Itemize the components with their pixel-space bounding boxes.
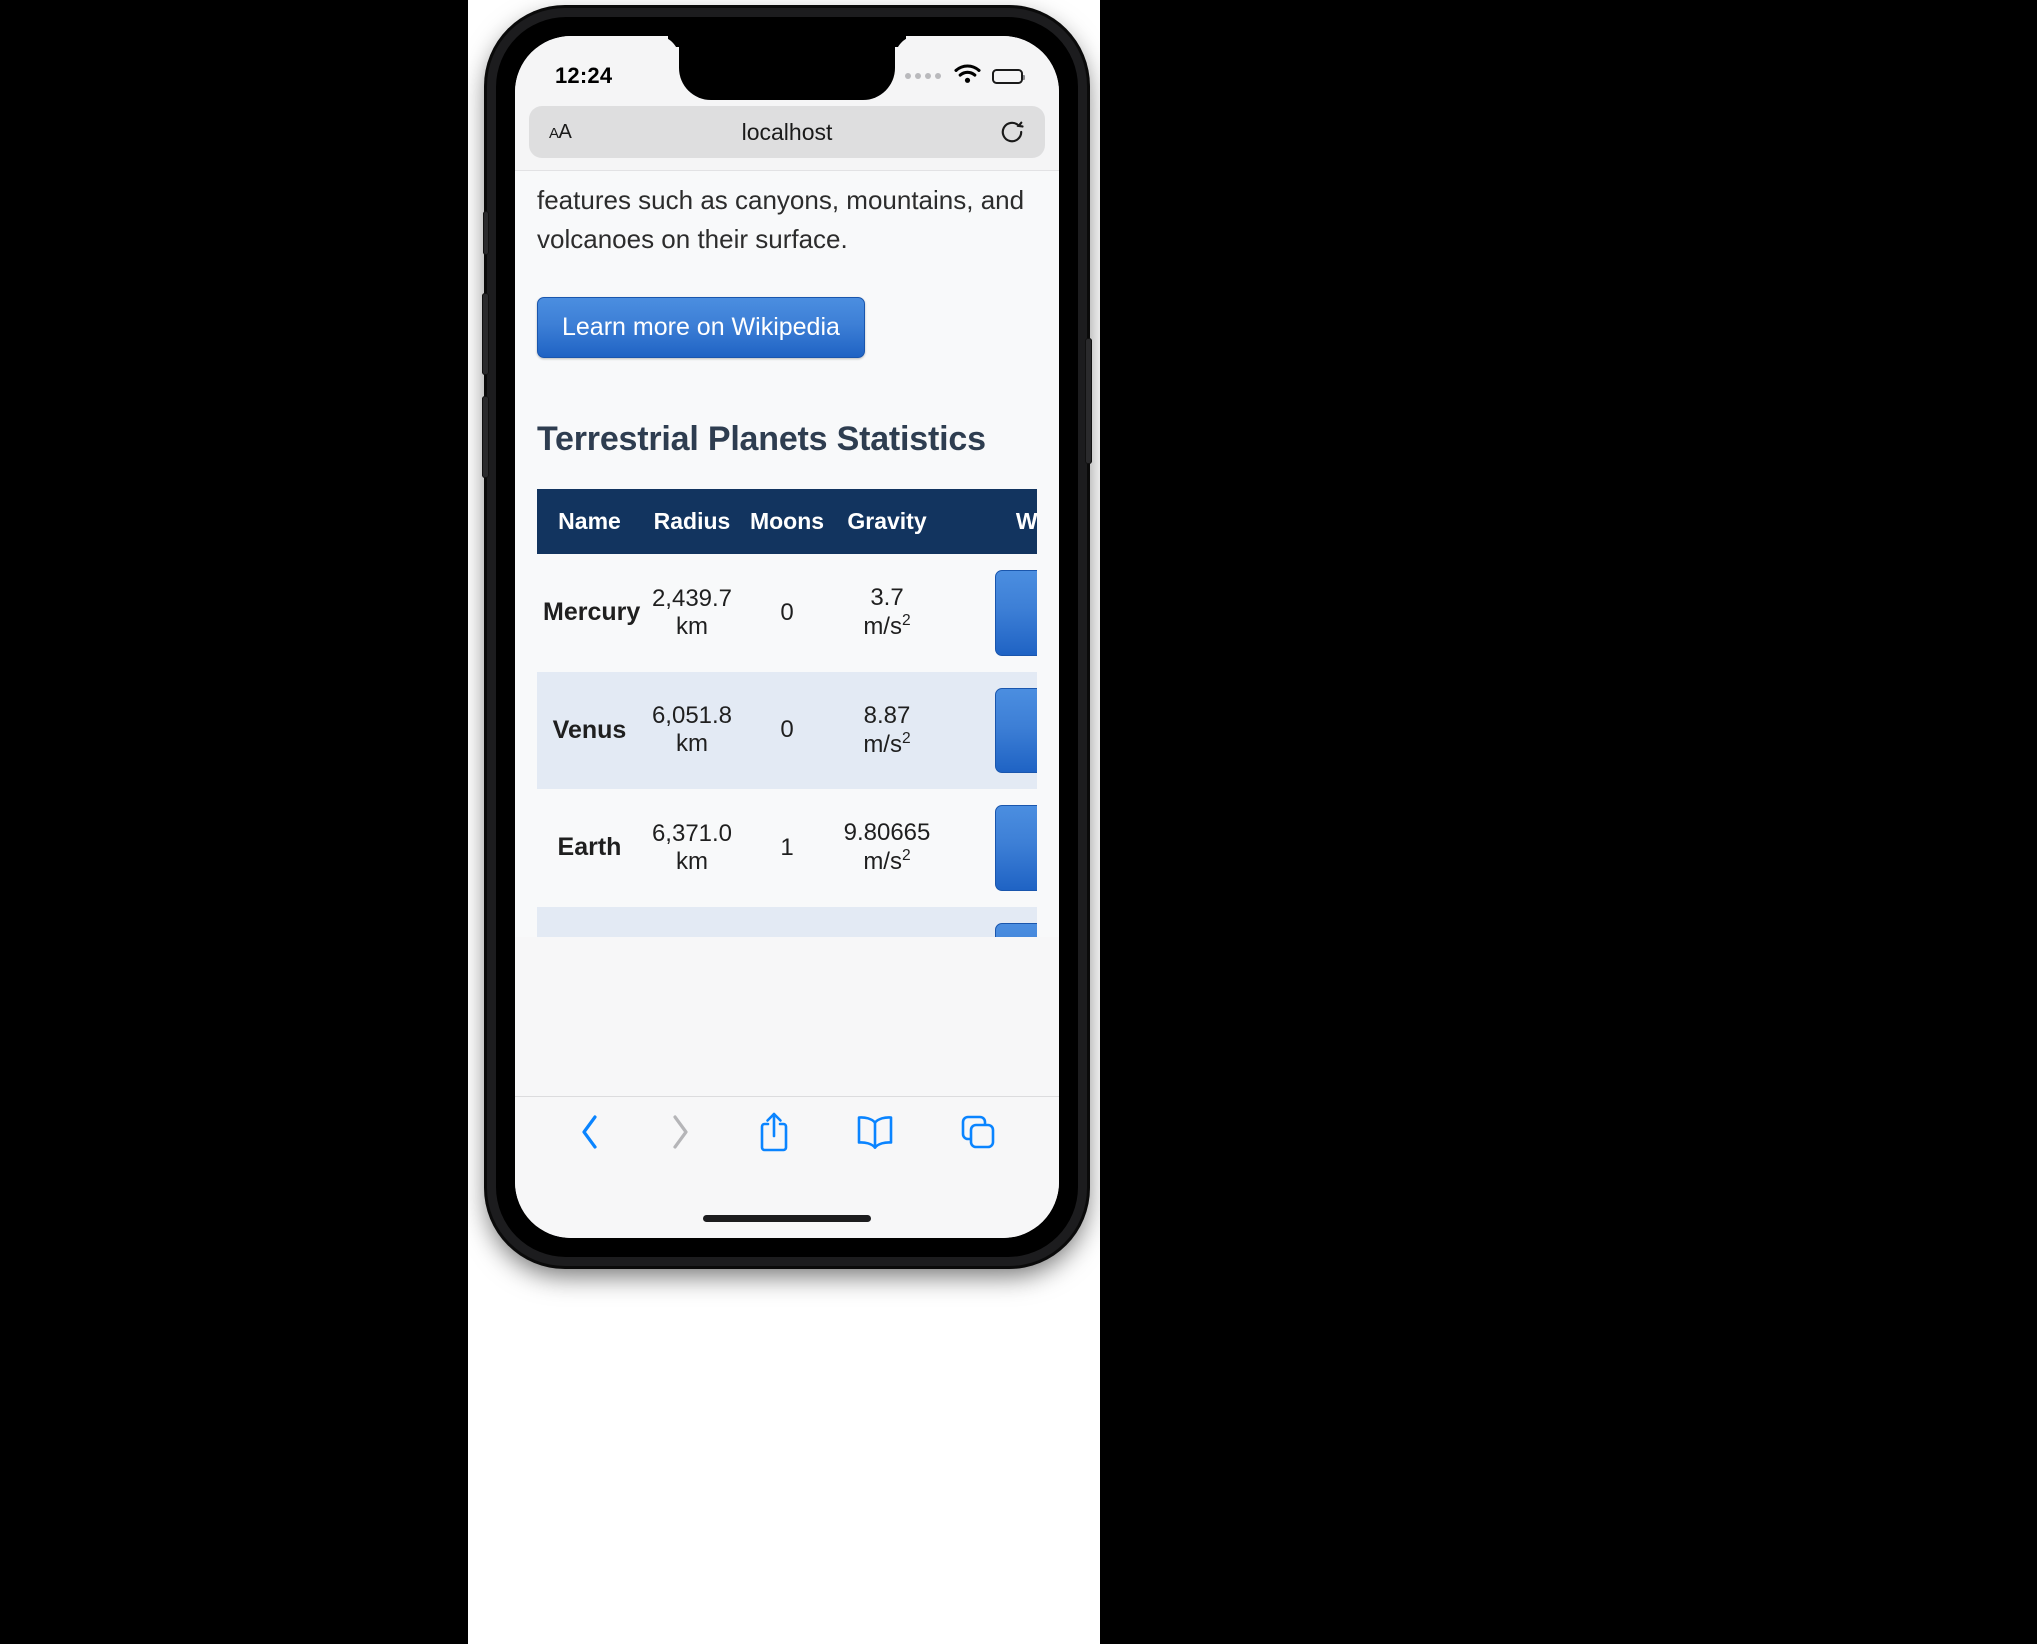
cell-gravity: 3.72076 m/s2 <box>832 907 942 937</box>
address-bar[interactable]: AA localhost <box>529 106 1045 158</box>
cell-radius: 6,051.8 km <box>651 702 733 758</box>
page-title: Terrestrial Planets Statistics <box>537 420 986 458</box>
gravity-value: 9.80665 <box>843 819 931 847</box>
cell-radius: 2,439.7 km <box>651 584 733 640</box>
notch <box>679 36 895 100</box>
reload-icon[interactable] <box>999 119 1025 145</box>
column-header-moons: Moons <box>742 489 832 554</box>
learn-more-button[interactable]: Learn More <box>994 922 1037 937</box>
cell-gravity: 3.7 m/s2 <box>832 554 942 672</box>
screenshot-canvas: 12:24 AA localhost features such as cany… <box>0 0 2037 1644</box>
column-header-radius: Radius <box>642 489 742 554</box>
cell-gravity: 9.80665 m/s2 <box>832 789 942 907</box>
gravity-exponent: 2 <box>901 729 911 747</box>
cell-planet-name: Venus <box>552 715 627 744</box>
cell-moons: 0 <box>780 598 794 626</box>
column-header-gravity: Gravity <box>832 489 942 554</box>
safari-top-bar: AA localhost <box>515 100 1059 170</box>
table-row: Mercury 2,439.7 km 0 3.7 m/s2 L <box>537 554 1037 672</box>
status-clock: 12:24 <box>555 63 613 88</box>
gravity-exponent: 2 <box>901 612 911 630</box>
learn-more-button[interactable]: Learn More <box>994 570 1037 656</box>
learn-more-on-wikipedia-button[interactable]: Learn more on Wikipedia <box>537 297 865 358</box>
column-header-wikipedia: Wikipedia <box>942 489 1037 554</box>
cell-moons: 1 <box>780 833 794 861</box>
table-header-row: Name Radius Moons Gravity Wikipedia <box>537 489 1037 554</box>
back-chevron-icon[interactable] <box>578 1112 602 1152</box>
wifi-icon <box>954 63 981 89</box>
table-row: Venus 6,051.8 km 0 8.87 m/s2 Le <box>537 671 1037 790</box>
power-button[interactable] <box>1085 338 1092 464</box>
cell-gravity: 8.87 m/s2 <box>832 672 942 790</box>
cell-moons: 2 <box>742 907 832 937</box>
cell-wikipedia-action: Learn More <box>942 554 1037 672</box>
gravity-unit: m/s <box>863 613 902 641</box>
battery-full-icon <box>992 68 1025 84</box>
web-content-viewport: features such as canyons, mountains, and… <box>515 170 1059 937</box>
cell-radius: 3,389.5 km <box>642 907 742 937</box>
cell-planet-name: Earth <box>557 833 622 862</box>
volume-down-button[interactable] <box>482 396 489 478</box>
cell-wikipedia-action: Learn More <box>942 789 1037 907</box>
cell-wikipedia-action: Learn More <box>942 672 1037 790</box>
intro-paragraph: features such as canyons, mountains, and… <box>537 185 1025 254</box>
planets-table: Name Radius Moons Gravity Wikipedia <box>537 489 1037 937</box>
silent-switch-button[interactable] <box>483 211 489 255</box>
book-icon[interactable] <box>856 1114 894 1150</box>
url-text: localhost <box>741 118 833 145</box>
safari-bottom-toolbar <box>515 1096 1059 1238</box>
home-indicator <box>703 1215 871 1222</box>
column-header-name: Name <box>537 489 642 554</box>
status-indicators <box>905 63 1025 89</box>
forward-chevron-icon[interactable] <box>668 1112 692 1152</box>
device-screen: 12:24 AA localhost features such as cany… <box>515 36 1059 1238</box>
volume-up-button[interactable] <box>482 293 489 375</box>
cell-planet-name: Mars <box>537 907 642 937</box>
learn-more-button[interactable]: Learn More <box>994 805 1037 891</box>
cell-moons: 0 <box>780 716 794 744</box>
gravity-unit: m/s <box>863 730 902 758</box>
gravity-unit: m/s <box>863 848 902 876</box>
table-row: Earth 6,371.0 km 1 9.80665 m/s2 <box>537 789 1037 907</box>
iphone-device-frame: 12:24 AA localhost features such as cany… <box>482 8 1092 1266</box>
cell-radius: 6,371.0 km <box>651 819 733 875</box>
cellular-dots-icon <box>905 73 941 79</box>
cell-planet-name: Mercury <box>543 598 641 627</box>
gravity-value: 8.87 <box>863 701 911 729</box>
gravity-exponent: 2 <box>901 847 911 865</box>
device-bezel: 12:24 AA localhost features such as cany… <box>496 17 1078 1257</box>
cell-wikipedia-action: Learn More <box>942 907 1037 937</box>
learn-more-button[interactable]: Learn More <box>994 687 1037 774</box>
share-icon[interactable] <box>758 1111 790 1153</box>
planets-table-scroll[interactable]: Name Radius Moons Gravity Wikipedia <box>537 489 1037 937</box>
text-size-button[interactable]: AA <box>549 122 572 142</box>
gravity-value: 3.7 <box>870 584 904 612</box>
tabs-icon[interactable] <box>960 1114 996 1150</box>
table-row: Mars 3,389.5 km 2 3.72076 m/s2 <box>537 906 1037 937</box>
